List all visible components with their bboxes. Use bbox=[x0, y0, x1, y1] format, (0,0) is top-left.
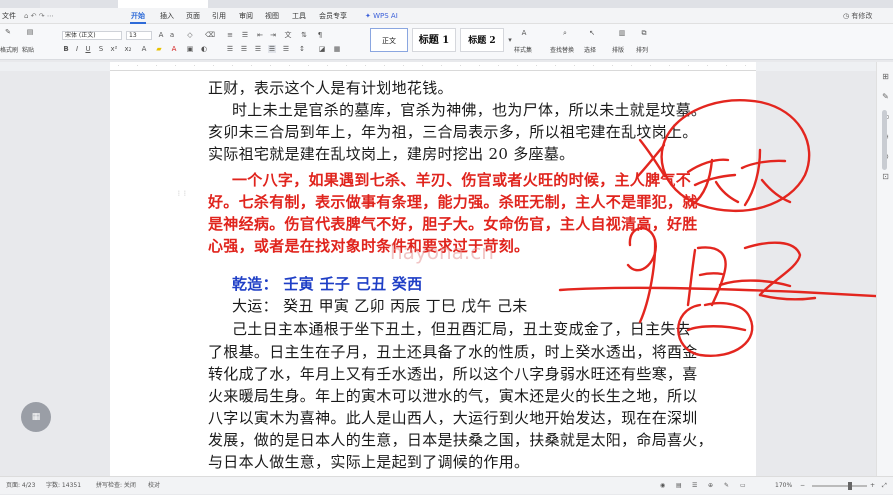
zoom-slider-thumb[interactable] bbox=[848, 482, 852, 490]
ink-dash-1 bbox=[718, 279, 792, 288]
spell-check-status[interactable]: 拼写检查: 关闭 bbox=[96, 477, 136, 495]
word-count[interactable]: 字数: 14351 bbox=[46, 477, 81, 495]
outline-view-icon[interactable]: ☰ bbox=[692, 477, 697, 495]
ink-cross-2 bbox=[636, 143, 666, 178]
panel-style-icon[interactable]: ✎ bbox=[881, 92, 890, 101]
ink-ri-left bbox=[686, 248, 697, 307]
floating-assistant-button[interactable]: ▦ bbox=[21, 402, 51, 432]
fit-page-icon[interactable]: ⤢ bbox=[882, 477, 887, 495]
status-bar: 页面: 4/23 字数: 14351 拼写检查: 关闭 校对 ◉ ▤ ☰ ⊕ ✎… bbox=[0, 476, 893, 494]
zoom-in-icon[interactable]: + bbox=[870, 477, 875, 495]
focus-icon[interactable]: ▭ bbox=[740, 477, 746, 495]
ink-stroke-2 bbox=[693, 173, 737, 187]
zoom-slider[interactable] bbox=[812, 485, 867, 487]
zoom-level[interactable]: 170% bbox=[775, 477, 792, 495]
web-view-icon[interactable]: ⊕ bbox=[708, 477, 713, 495]
ink-stroke-5 bbox=[740, 159, 787, 170]
ink-ri-right bbox=[696, 246, 727, 307]
panel-expand-icon[interactable]: ⊞ bbox=[881, 72, 890, 81]
ink-stroke-1 bbox=[686, 158, 730, 174]
ink-seven-top bbox=[743, 241, 802, 297]
ink-nine-loop bbox=[626, 227, 657, 272]
ink-stroke-4 bbox=[714, 180, 740, 204]
proofread-button[interactable]: 校对 bbox=[148, 477, 160, 495]
ink-circle-top bbox=[660, 99, 811, 213]
zoom-out-icon[interactable]: − bbox=[800, 477, 805, 495]
ink-stroke-7 bbox=[760, 178, 792, 204]
panel-layout-icon[interactable]: ⊡ bbox=[881, 172, 890, 181]
page-indicator[interactable]: 页面: 4/23 bbox=[6, 477, 35, 495]
handwritten-annotation bbox=[558, 99, 893, 357]
vertical-scrollbar-thumb[interactable] bbox=[882, 110, 887, 170]
ink-ri-mid bbox=[698, 272, 724, 277]
page-view-icon[interactable]: ▤ bbox=[676, 477, 682, 495]
ink-seven-base bbox=[758, 293, 817, 301]
read-mode-icon[interactable]: ◉ bbox=[660, 477, 665, 495]
ink-zero-bar bbox=[686, 325, 747, 332]
assistant-icon: ▦ bbox=[31, 412, 41, 422]
ink-nine-tail bbox=[638, 238, 657, 324]
ink-long-underline bbox=[558, 286, 893, 299]
ink-stroke-6 bbox=[743, 148, 762, 207]
eye-protect-icon[interactable]: ✎ bbox=[724, 477, 729, 495]
